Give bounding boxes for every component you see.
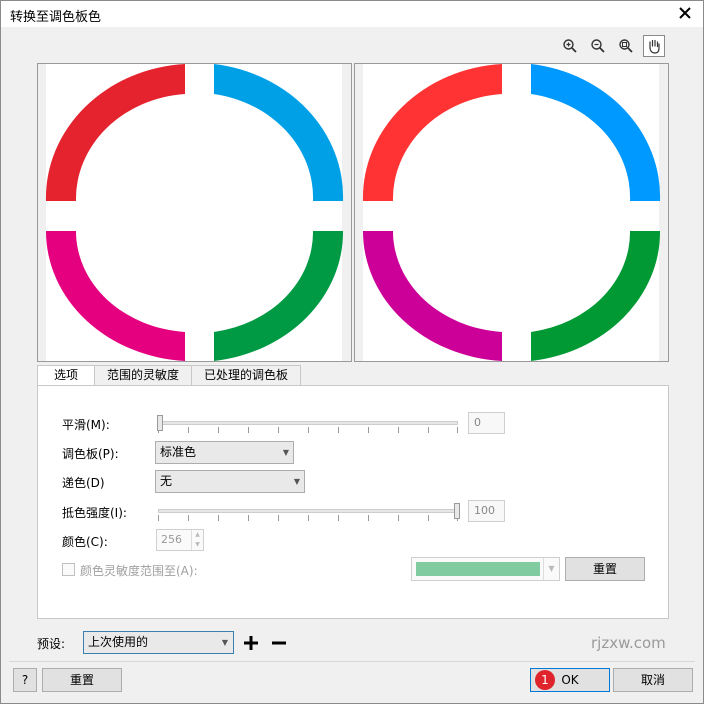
ring-segment-green xyxy=(214,231,344,361)
converted-preview[interactable] xyxy=(354,63,669,362)
chevron-down-icon: ▼ xyxy=(293,477,300,486)
chevron-down-icon: ▼ xyxy=(221,638,228,647)
tab-processed-palette[interactable]: 已处理的调色板 xyxy=(191,365,302,386)
dither-intensity-ticks xyxy=(158,515,458,521)
tab-range-sensitivity[interactable]: 范围的灵敏度 xyxy=(94,365,193,386)
dither-intensity-value[interactable]: 100 xyxy=(468,500,505,522)
tab-options[interactable]: 选项 xyxy=(37,365,96,387)
ring-segment-magenta xyxy=(362,231,502,361)
palette-value: 标准色 xyxy=(160,445,197,459)
sensitivity-reset-button[interactable]: 重置 xyxy=(565,557,645,581)
palette-label: 调色板(P): xyxy=(62,447,119,461)
view-toolbar xyxy=(559,35,665,57)
dither-intensity-label: 抵色强度(I): xyxy=(62,506,127,520)
chevron-down-icon: ▼ xyxy=(543,558,559,580)
help-button[interactable]: ? xyxy=(13,668,37,692)
colors-spinner[interactable]: 256 ▲ ▼ xyxy=(156,529,204,551)
ring-segment-green xyxy=(531,231,661,361)
dialog-title: 转换至调色板色 xyxy=(10,10,102,25)
zoom-out-icon[interactable] xyxy=(587,35,609,57)
zoom-fit-icon[interactable] xyxy=(615,35,637,57)
sensitivity-checkbox[interactable] xyxy=(62,563,75,576)
footer-separator xyxy=(9,661,695,662)
smooth-slider-thumb[interactable] xyxy=(157,415,163,431)
ring-segment-red xyxy=(362,64,502,201)
color-swatch xyxy=(416,562,540,576)
ok-label: OK xyxy=(561,673,579,687)
dither-label: 递色(D) xyxy=(62,476,105,490)
dither-value: 无 xyxy=(160,474,173,488)
preset-label: 预设: xyxy=(37,637,66,651)
reset-button[interactable]: 重置 xyxy=(42,668,122,692)
colors-value: 256 xyxy=(161,533,182,546)
smooth-slider-track[interactable] xyxy=(158,421,458,425)
ring-segment-blue xyxy=(531,64,661,201)
dither-select[interactable]: 无 ▼ xyxy=(155,470,305,493)
zoom-in-icon[interactable] xyxy=(559,35,581,57)
cancel-button[interactable]: 取消 xyxy=(613,668,693,692)
convert-to-palette-dialog: 转换至调色板色 选项 范围的灵敏度 已处理的调色板 平滑(M): 0 调色板(P… xyxy=(0,0,704,704)
step-badge: 1 xyxy=(535,670,555,690)
tab-strip: 选项 范围的灵敏度 已处理的调色板 xyxy=(37,365,302,387)
dither-intensity-thumb[interactable] xyxy=(454,503,460,519)
preset-value: 上次使用的 xyxy=(88,635,149,649)
add-preset-icon[interactable] xyxy=(243,635,259,654)
chevron-down-icon: ▼ xyxy=(282,448,289,457)
preset-select[interactable]: 上次使用的 ▼ xyxy=(83,631,234,654)
dither-intensity-track[interactable] xyxy=(158,509,458,513)
colors-label: 颜色(C): xyxy=(62,535,108,549)
spinner-arrows-icon[interactable]: ▲ ▼ xyxy=(191,530,203,550)
ring-segment-magenta xyxy=(45,231,185,361)
close-icon[interactable] xyxy=(675,3,695,23)
title-bar: 转换至调色板色 xyxy=(1,1,703,27)
smooth-slider-ticks xyxy=(158,427,458,433)
smooth-label: 平滑(M): xyxy=(62,418,110,432)
ring-segment-blue xyxy=(214,64,344,201)
ring-segment-red xyxy=(45,64,186,201)
palette-select[interactable]: 标准色 ▼ xyxy=(155,441,294,464)
watermark: rjzxw.com xyxy=(591,634,666,652)
pan-hand-icon[interactable] xyxy=(643,35,665,57)
smooth-value[interactable]: 0 xyxy=(468,412,505,434)
sensitivity-label: 颜色灵敏度范围至(A): xyxy=(80,564,198,578)
sensitivity-color-picker[interactable]: ▼ xyxy=(411,557,560,581)
original-preview[interactable] xyxy=(37,63,352,362)
remove-preset-icon[interactable] xyxy=(271,635,287,654)
